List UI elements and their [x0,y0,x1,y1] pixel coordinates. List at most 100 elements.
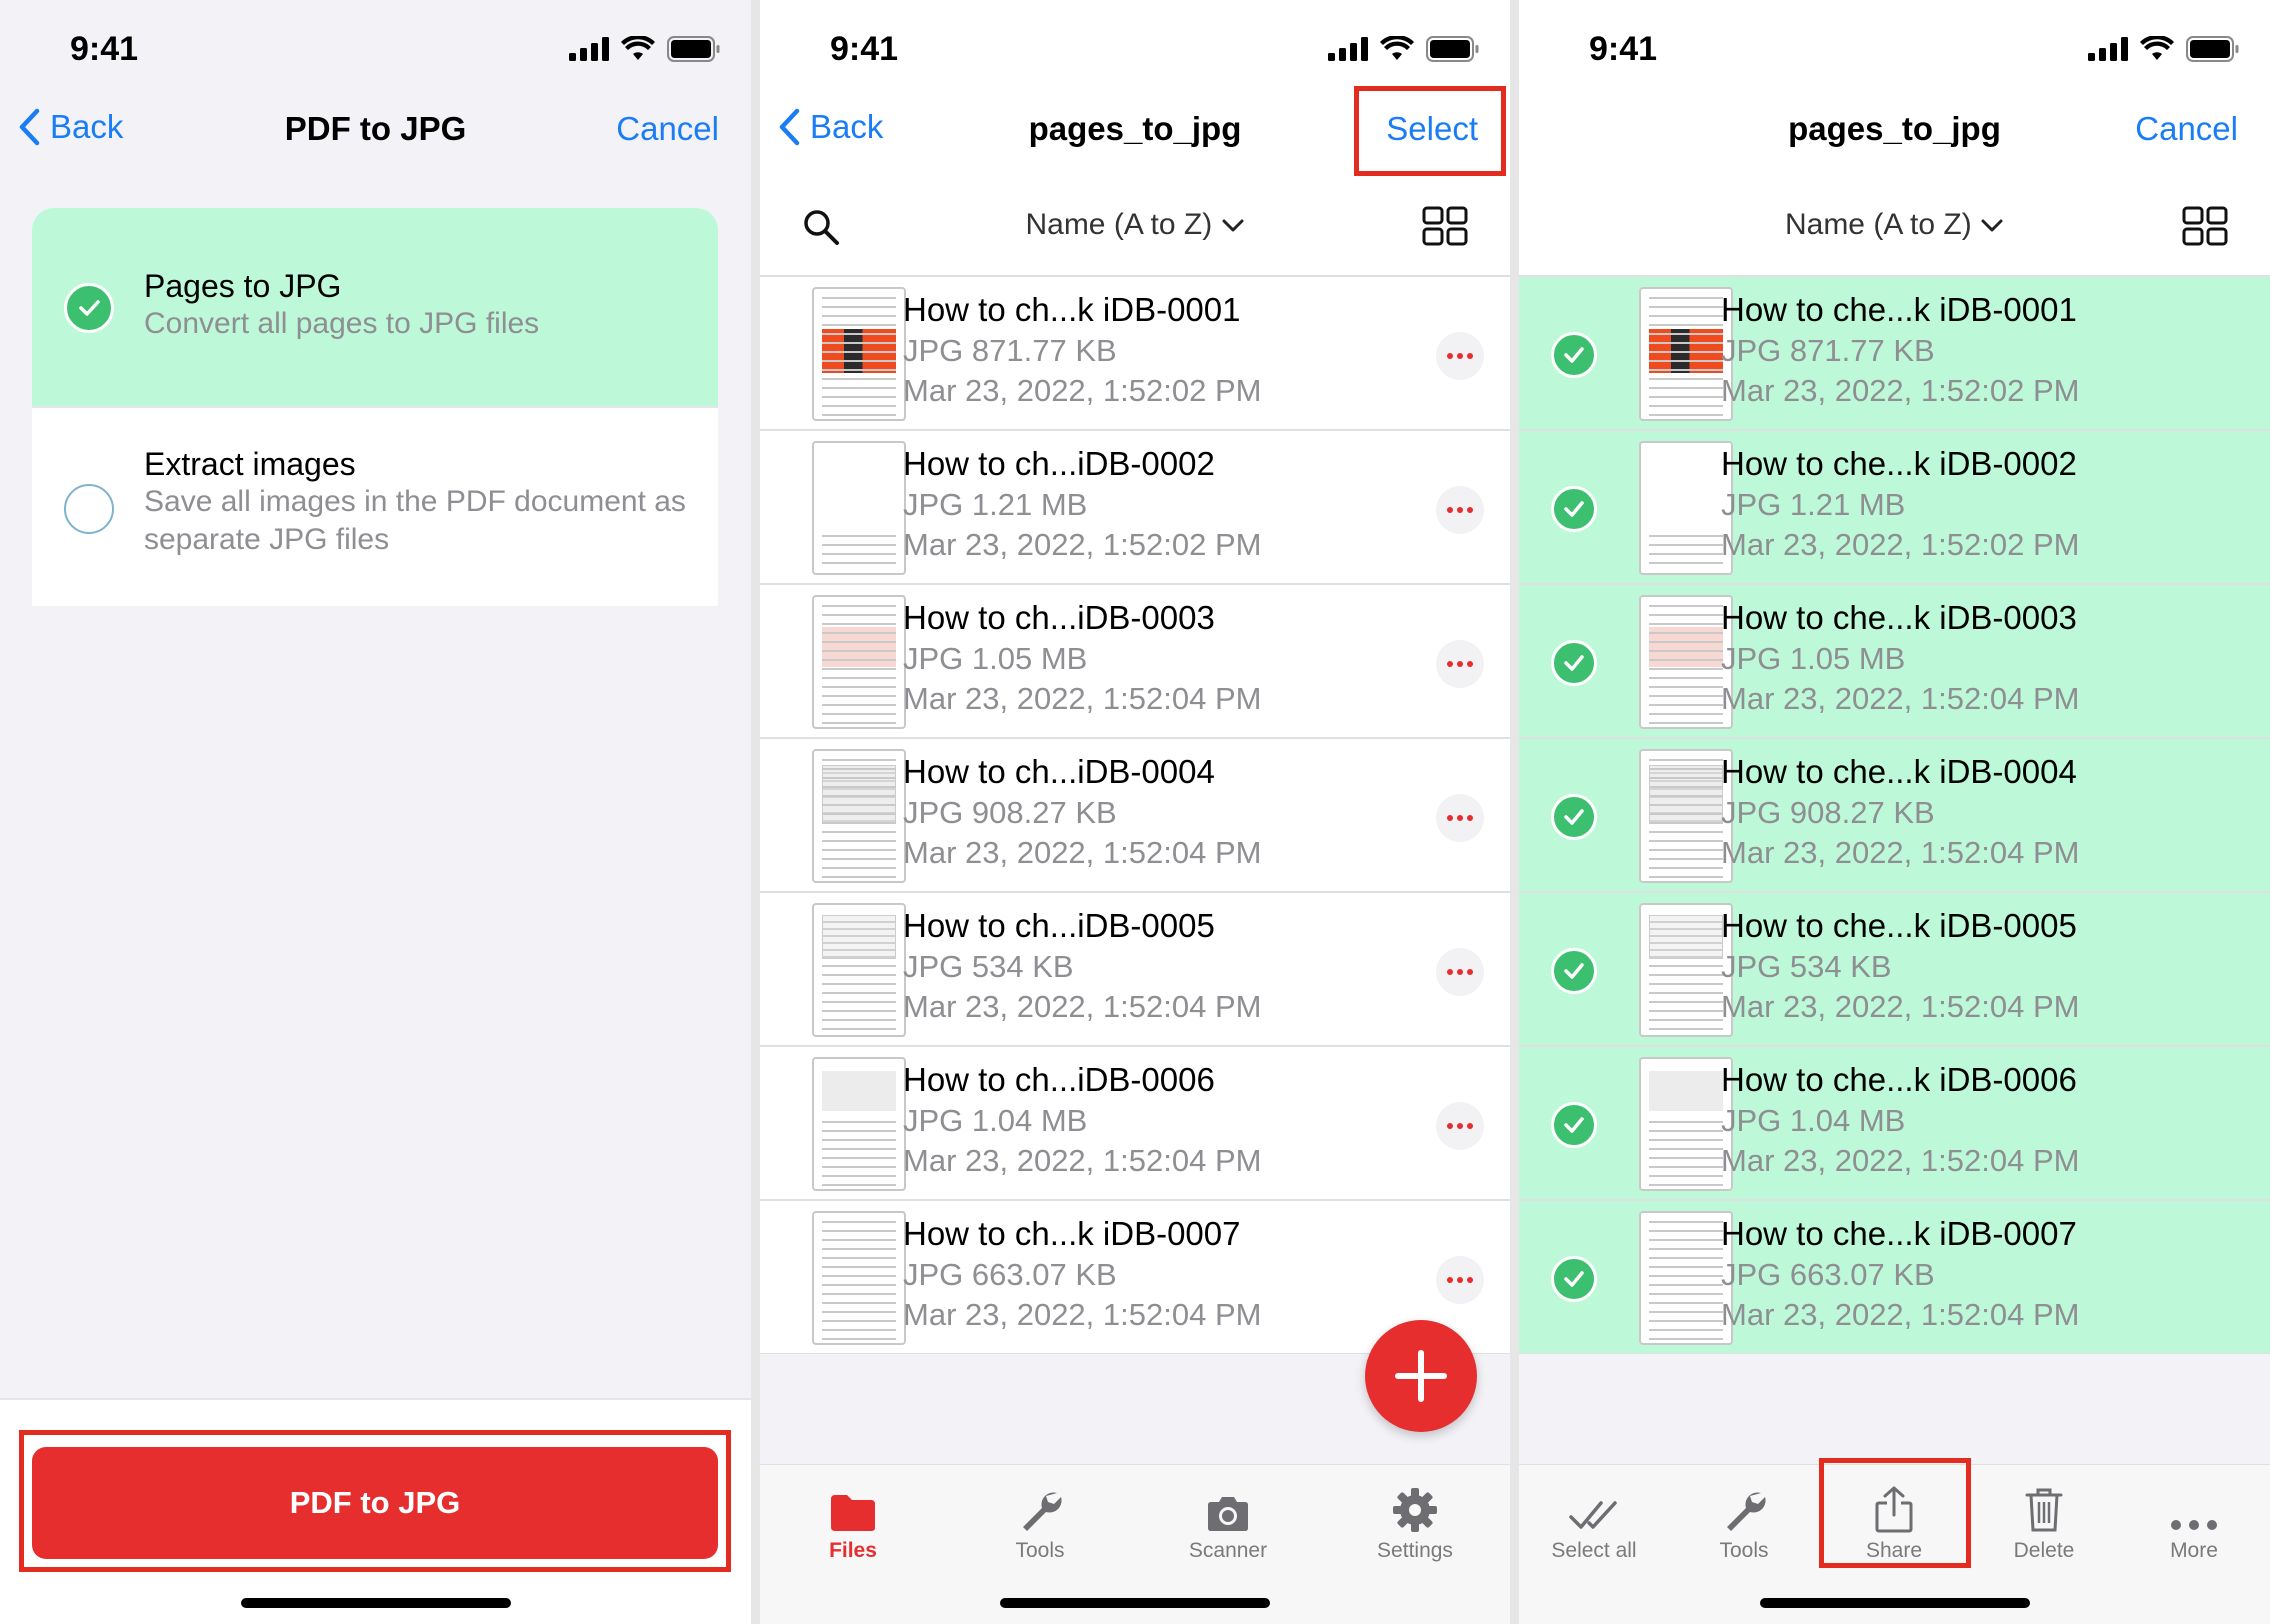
file-row[interactable]: How to che...k iDB-0002 JPG 1.21 MB Mar 23… [1519,431,2270,585]
checked-icon[interactable] [1551,948,1597,994]
tab-label: Tools [1015,1539,1065,1562]
file-meta: JPG 871.77 KB [903,333,1117,368]
battery-icon [667,36,720,62]
wifi-icon [621,36,655,60]
file-date: Mar 23, 2022, 1:52:02 PM [1721,527,2080,562]
delete-button[interactable]: Delete [1969,1481,2119,1563]
chevron-down-icon [1981,219,2003,232]
tab-scanner[interactable]: Scanner [1153,1481,1303,1563]
file-thumbnail [1639,441,1733,575]
file-more-button[interactable] [1436,640,1484,688]
file-thumbnail [812,749,906,883]
action-label: Delete [2013,1539,2075,1562]
file-row[interactable]: How to ch...k iDB-0001 JPG 871.77 KB Mar 2… [760,277,1510,431]
file-row[interactable]: How to che...k iDB-0006 JPG 1.04 MB Mar 23… [1519,1047,2270,1201]
grid-view-icon[interactable] [2182,206,2228,246]
status-icons [569,36,721,62]
file-row[interactable]: How to ch...iDB-0005 JPG 534 KB Mar 23, 20… [760,893,1510,1047]
file-meta: JPG 908.27 KB [1721,795,1935,830]
tab-settings[interactable]: Settings [1340,1481,1490,1563]
option-extract-images[interactable]: Extract images Save all images in the PD… [32,408,718,606]
file-more-button[interactable] [1436,794,1484,842]
status-bar: 9:41 [760,0,1510,100]
file-row[interactable]: How to ch...iDB-0002 JPG 1.21 MB Mar 23, 2… [760,431,1510,585]
file-name: How to ch...iDB-0002 [903,445,1215,482]
back-button[interactable]: Back [778,108,883,146]
file-row[interactable]: How to che...k iDB-0001 JPG 871.77 KB Mar … [1519,277,2270,431]
back-button[interactable]: Back [18,108,123,146]
file-more-button[interactable] [1436,332,1484,380]
tab-label: Files [829,1539,877,1562]
checked-icon[interactable] [1551,640,1597,686]
file-more-button[interactable] [1436,1256,1484,1304]
highlight-annotation [1819,1458,1971,1568]
signal-icon [2088,37,2128,61]
file-row[interactable]: How to che...k iDB-0005 JPG 534 KB Mar 23,… [1519,893,2270,1047]
pdf-to-jpg-button[interactable]: PDF to JPG [32,1447,718,1559]
divider [1510,0,1519,1624]
checked-icon[interactable] [1551,1102,1597,1148]
file-name: How to che...k iDB-0002 [1721,445,2077,482]
tab-files[interactable]: Files [778,1481,928,1563]
status-bar: 9:41 [1519,0,2270,100]
list-toolbar: Name (A to Z) [1519,190,2270,262]
nav-bar: pages_to_jpg Cancel [1519,100,2270,166]
status-time: 9:41 [830,30,899,68]
chevron-down-icon [1222,219,1244,232]
cancel-button[interactable]: Cancel [616,110,719,148]
file-row[interactable]: How to ch...iDB-0003 JPG 1.05 MB Mar 23, 2… [760,585,1510,739]
sort-label: Name (A to Z) [1784,208,1972,241]
more-button[interactable]: More [2119,1481,2269,1563]
option-subtitle: Save all images in the PDF document as s… [144,485,686,556]
cancel-button[interactable]: Cancel [2135,110,2238,148]
file-row[interactable]: How to che...k iDB-0004 JPG 908.27 KB Mar … [1519,739,2270,893]
action-label: Select all [1551,1539,1637,1562]
file-meta: JPG 1.05 MB [903,641,1088,676]
status-bar: 9:41 [0,0,751,100]
file-meta: JPG 534 KB [1721,949,1892,984]
tab-tools[interactable]: Tools [965,1481,1115,1563]
file-more-button[interactable] [1436,1102,1484,1150]
file-list: How to ch...k iDB-0001 JPG 871.77 KB Mar 2… [760,275,1510,1355]
checked-icon[interactable] [1551,1256,1597,1302]
checked-icon[interactable] [1551,794,1597,840]
select-all-button[interactable]: Select all [1519,1481,1669,1563]
file-name: How to ch...k iDB-0007 [903,1215,1241,1252]
option-title: Extract images [144,446,356,482]
option-pages-to-jpg[interactable]: Pages to JPG Convert all pages to JPG fi… [32,208,718,408]
more-icon [2171,1520,2217,1530]
file-row[interactable]: How to che...k iDB-0003 JPG 1.05 MB Mar 23… [1519,585,2270,739]
battery-icon [1426,36,1479,62]
file-name: How to ch...iDB-0005 [903,907,1215,944]
sort-dropdown[interactable]: Name (A to Z) [760,208,1510,242]
file-row[interactable]: How to ch...iDB-0006 JPG 1.04 MB Mar 23, 2… [760,1047,1510,1201]
checked-icon[interactable] [1551,486,1597,532]
file-name: How to che...k iDB-0005 [1721,907,2077,944]
file-date: Mar 23, 2022, 1:52:04 PM [903,835,1262,870]
file-meta: JPG 1.04 MB [1721,1103,1906,1138]
divider [751,0,760,1624]
file-date: Mar 23, 2022, 1:52:04 PM [903,1297,1262,1332]
sort-dropdown[interactable]: Name (A to Z) [1519,208,2270,242]
file-meta: JPG 663.07 KB [1721,1257,1935,1292]
file-more-button[interactable] [1436,948,1484,996]
file-thumbnail [812,287,906,421]
file-date: Mar 23, 2022, 1:52:02 PM [903,527,1262,562]
tools-button[interactable]: Tools [1669,1481,1819,1563]
checked-icon[interactable] [1551,332,1597,378]
status-time: 9:41 [70,30,139,68]
file-date: Mar 23, 2022, 1:52:02 PM [903,373,1262,408]
file-more-button[interactable] [1436,486,1484,534]
home-indicator [1759,1598,2030,1608]
file-row[interactable]: How to ch...iDB-0004 JPG 908.27 KB Mar 23,… [760,739,1510,893]
add-button[interactable] [1365,1320,1477,1432]
file-row[interactable]: How to che...k iDB-0007 JPG 663.07 KB Mar … [1519,1201,2270,1355]
grid-view-icon[interactable] [1422,206,1468,246]
file-thumbnail [1639,1057,1733,1191]
back-label: Back [50,108,124,145]
highlight-annotation [1354,86,1506,176]
status-icons [1328,36,1480,62]
back-label: Back [810,108,884,145]
folder-icon [831,1495,875,1531]
wifi-icon [1380,36,1414,60]
